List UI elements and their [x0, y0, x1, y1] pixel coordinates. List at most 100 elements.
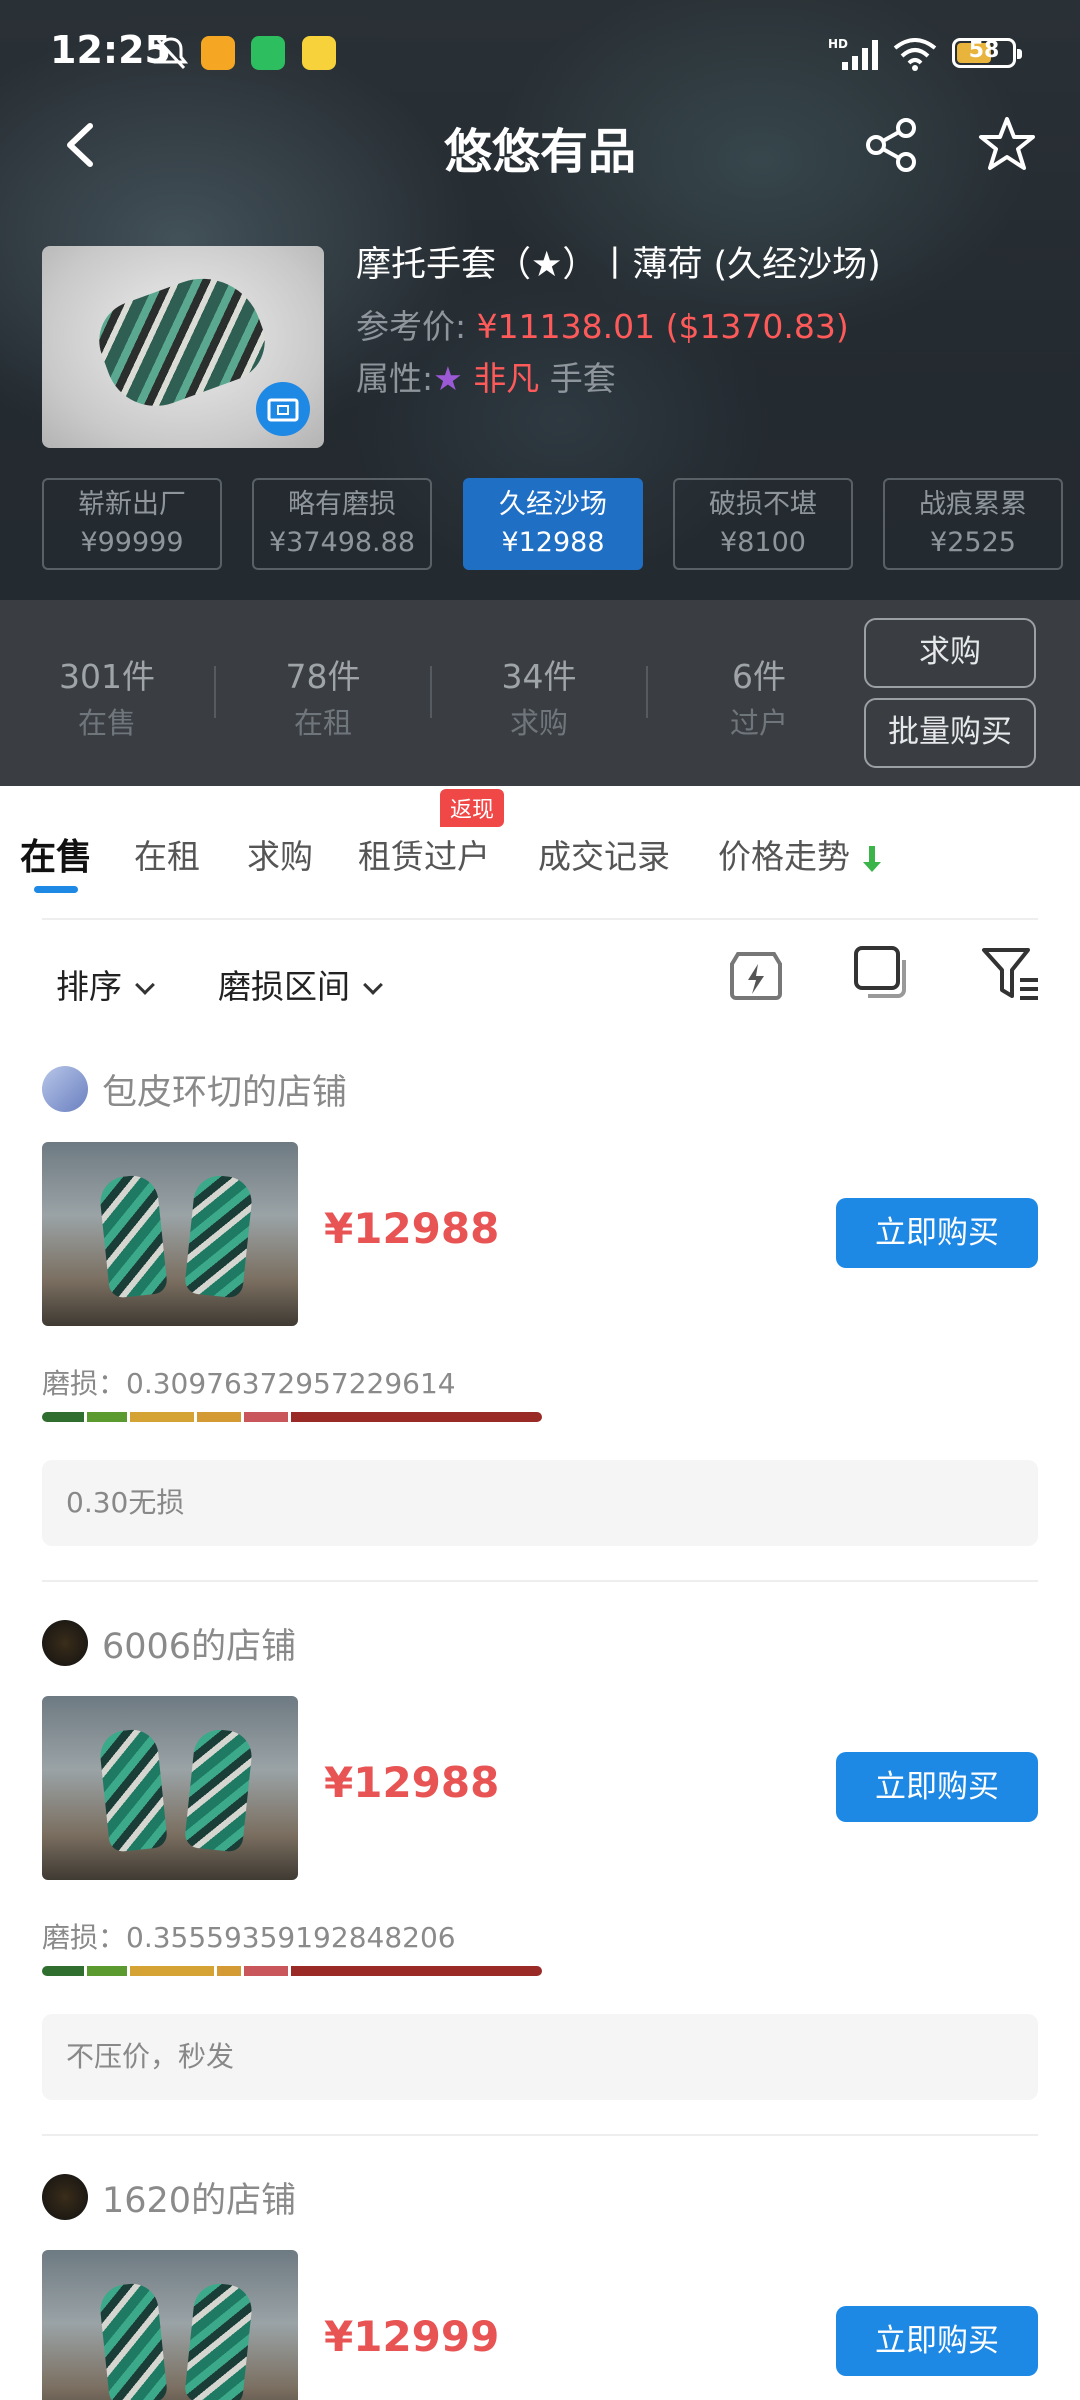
bulk-buy-button[interactable]: 批量购买 — [864, 698, 1036, 768]
wear-chip-name: 战痕累累 — [919, 489, 1027, 520]
listing-price: ¥12988 — [324, 1204, 500, 1253]
wear-chip-name: 略有磨损 — [288, 489, 396, 520]
notes-app-icon — [201, 36, 235, 70]
wear-chip-name: 崭新出厂 — [78, 489, 186, 520]
stat-label: 过户 — [729, 706, 788, 740]
wear-chip-price: ¥12988 — [501, 527, 605, 558]
star-quality-icon: ★ — [433, 359, 463, 398]
attributes-label: 属性: — [356, 359, 434, 398]
share-icon[interactable] — [858, 110, 928, 180]
wear-chip-battle-scarred[interactable]: 战痕累累 ¥2525 — [883, 478, 1063, 570]
listing-item[interactable]: 6006的店铺 ¥12988 立即购买 磨损：0.355593591928482… — [0, 1600, 1080, 2120]
listing-thumbnail[interactable] — [42, 2250, 298, 2400]
wear-value: 磨损：0.30976372957229614 — [42, 1362, 456, 1402]
reference-price-label: 参考价: — [356, 307, 467, 346]
stat-label: 在租 — [293, 706, 352, 740]
item-type-label: 手套 — [549, 359, 616, 398]
chevron-down-icon — [135, 975, 155, 995]
tab-on-sale[interactable]: 在售 — [20, 828, 92, 880]
shop-name[interactable]: 6006的店铺 — [102, 1618, 296, 1669]
wear-prefix: 磨损： — [42, 1367, 127, 1400]
shop-avatar[interactable] — [42, 1066, 88, 1112]
wear-float: 0.35559359192848206 — [126, 1921, 456, 1954]
fast-delivery-filter-icon[interactable] — [724, 942, 788, 1006]
wear-chip-well-worn[interactable]: 破损不堪 ¥8100 — [673, 478, 853, 570]
wear-chip-minimal-wear[interactable]: 略有磨损 ¥37498.88 — [252, 478, 432, 570]
inspect-badge-icon[interactable] — [256, 382, 310, 436]
product-name: 摩托手套（★）丨薄荷 (久经沙场) — [356, 245, 881, 285]
mute-icon — [153, 37, 189, 70]
wear-float: 0.30976372957229614 — [126, 1367, 456, 1400]
wear-chip-price: ¥37498.88 — [268, 527, 415, 558]
wear-chip-name: 久经沙场 — [499, 489, 607, 520]
shop-avatar[interactable] — [42, 1620, 88, 1666]
star-favorite-icon[interactable] — [972, 110, 1042, 180]
listing-divider — [42, 1580, 1038, 1582]
listing-thumbnail[interactable] — [42, 1142, 298, 1326]
wear-range-label: 磨损区间 — [218, 967, 350, 1006]
attributes-row: 属性:★ 非凡 手套 — [356, 352, 616, 400]
sort-label: 排序 — [56, 967, 122, 1006]
battery-icon: 58 — [952, 38, 1022, 68]
stat-count: 78件 — [285, 657, 361, 696]
svg-text:HD: HD — [828, 37, 848, 51]
stat-divider — [214, 666, 216, 718]
tab-price-trend-label: 价格走势 — [718, 837, 850, 876]
tab-buy-requests[interactable]: 求购 — [247, 830, 313, 878]
tabs-divider — [42, 918, 1038, 920]
shop-name[interactable]: 包皮环切的店铺 — [102, 1064, 347, 1115]
signal-icon: HD — [828, 37, 878, 70]
seller-note: 不压价，秒发 — [42, 2014, 1038, 2100]
wear-chip-field-tested[interactable]: 久经沙场 ¥12988 — [463, 478, 643, 570]
wear-chip-price: ¥99999 — [80, 527, 184, 558]
tab-transaction-records[interactable]: 成交记录 — [538, 830, 670, 878]
stat-transfers[interactable]: 6件 过户 — [674, 650, 844, 742]
stat-buy-requests[interactable]: 34件 求购 — [454, 650, 624, 742]
stat-count: 301件 — [59, 657, 155, 696]
filter-icon[interactable] — [978, 942, 1042, 1006]
stat-label: 求购 — [509, 706, 568, 740]
trend-down-arrow-icon — [862, 845, 881, 872]
buy-now-button[interactable]: 立即购买 — [836, 1198, 1038, 1268]
shop-name[interactable]: 1620的店铺 — [102, 2172, 296, 2223]
listing-thumbnail[interactable] — [42, 1696, 298, 1880]
battery-level: 58 — [968, 38, 1000, 63]
listing-item[interactable]: 1620的店铺 ¥12999 立即购买 — [0, 2154, 1080, 2400]
listing-price: ¥12988 — [324, 1758, 500, 1807]
wear-bar — [42, 1966, 542, 1976]
wear-chip-price: ¥2525 — [930, 527, 1016, 558]
chevron-down-icon — [363, 975, 383, 995]
tab-on-rent[interactable]: 在租 — [134, 830, 200, 878]
stat-on-rent[interactable]: 78件 在租 — [238, 650, 408, 742]
tab-rental-transfer[interactable]: 租赁过户 — [358, 830, 490, 878]
reference-price-row: 参考价: ¥11138.01 ($1370.83) — [356, 300, 849, 348]
product-image[interactable] — [42, 246, 324, 448]
wear-chip-price: ¥8100 — [720, 527, 806, 558]
buy-now-button[interactable]: 立即购买 — [836, 2306, 1038, 2376]
stat-divider — [430, 666, 432, 718]
reference-price-value: ¥11138.01 ($1370.83) — [476, 307, 849, 346]
shop-avatar[interactable] — [42, 2174, 88, 2220]
wear-chip-factory-new[interactable]: 崭新出厂 ¥99999 — [42, 478, 222, 570]
stat-label: 在售 — [77, 706, 136, 740]
seller-note: 0.30无损 — [42, 1460, 1038, 1546]
stat-count: 6件 — [732, 657, 786, 696]
request-buy-button[interactable]: 求购 — [864, 618, 1036, 688]
phone-app-icon — [251, 36, 285, 70]
cashback-badge: 返现 — [440, 789, 505, 827]
layout-toggle-icon[interactable] — [850, 942, 914, 1006]
buy-now-button[interactable]: 立即购买 — [836, 1752, 1038, 1822]
sort-dropdown[interactable]: 排序 — [56, 960, 155, 1008]
wear-bar — [42, 1412, 542, 1422]
rarity-label: 非凡 — [473, 359, 540, 398]
listing-divider — [42, 2134, 1038, 2136]
stat-on-sale[interactable]: 301件 在售 — [22, 650, 192, 742]
wear-chip-name: 破损不堪 — [709, 489, 817, 520]
wear-range-dropdown[interactable]: 磨损区间 — [218, 960, 383, 1008]
wifi-icon — [893, 38, 937, 71]
tab-price-trend[interactable]: 价格走势 — [718, 830, 883, 878]
listing-item[interactable]: 包皮环切的店铺 ¥12988 立即购买 磨损：0.309763729572296… — [0, 1046, 1080, 1566]
wear-prefix: 磨损： — [42, 1921, 127, 1954]
listing-price: ¥12999 — [324, 2312, 500, 2361]
active-tab-indicator — [34, 886, 78, 893]
